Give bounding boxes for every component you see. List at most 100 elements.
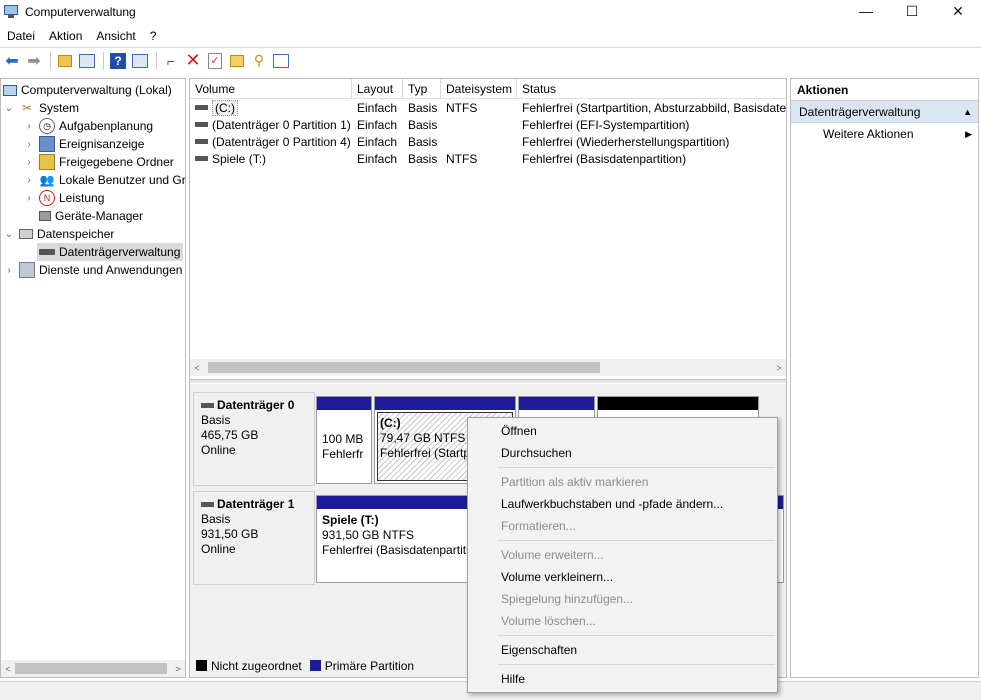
menu-item-shrink-volume[interactable]: Volume verkleinern...: [468, 566, 777, 588]
chevron-right-icon[interactable]: ›: [23, 193, 35, 204]
chevron-down-icon[interactable]: ⌄: [3, 229, 15, 240]
scrollbar-thumb[interactable]: [208, 362, 600, 373]
partition-bar: [519, 397, 594, 410]
maximize-button[interactable]: ☐: [889, 0, 935, 22]
column-header-typ[interactable]: Typ: [403, 79, 441, 99]
volume-icon: [195, 105, 208, 110]
table-row[interactable]: Spiele (T:) Einfach Basis NTFS Fehlerfre…: [190, 150, 786, 167]
table-row[interactable]: (Datenträger 0 Partition 4) Einfach Basi…: [190, 133, 786, 150]
tree-item-root[interactable]: Computerverwaltung (Lokal): [3, 81, 172, 99]
table-row[interactable]: (C:) Einfach Basis NTFS Fehlerfrei (Star…: [190, 99, 786, 116]
tree-item-dienste[interactable]: › Dienste und Anwendungen: [3, 261, 182, 279]
volume-name: (Datenträger 0 Partition 4): [212, 134, 351, 149]
menu-item-help[interactable]: Hilfe: [468, 668, 777, 690]
partition-status: Fehlerfr: [322, 447, 364, 461]
show-hide-action-pane-icon[interactable]: [130, 51, 150, 71]
tree-item-lokale-benutzer[interactable]: › 👥 Lokale Benutzer und Gr: [23, 171, 185, 189]
show-hide-tree-icon[interactable]: [77, 51, 97, 71]
menu-help[interactable]: ?: [143, 29, 164, 43]
chevron-right-icon[interactable]: ›: [3, 265, 15, 276]
volume-icon: [195, 122, 208, 127]
chevron-right-icon[interactable]: ›: [23, 157, 35, 168]
more-actions-item[interactable]: Weitere Aktionen ▶: [791, 123, 978, 145]
legend-swatch-unallocated: [196, 660, 207, 671]
more-actions-label: Weitere Aktionen: [823, 127, 914, 141]
partition-efi[interactable]: 100 MB Fehlerfr: [316, 396, 372, 484]
column-header-dateisystem[interactable]: Dateisystem: [441, 79, 517, 99]
collapse-up-icon[interactable]: ▲: [963, 107, 972, 117]
search-icon[interactable]: ⚲: [249, 51, 269, 71]
forward-icon[interactable]: ➡: [24, 51, 44, 71]
tree-item-datenspeicher[interactable]: ⌄ Datenspeicher: [3, 225, 115, 243]
tree-item-label: Datenträgerverwaltung: [59, 245, 181, 259]
scrollbar-thumb[interactable]: [15, 663, 167, 674]
tree-item-ereignisanzeige[interactable]: › Ereignisanzeige: [23, 135, 144, 153]
back-icon[interactable]: ⬅: [2, 51, 22, 71]
menu-separator: [498, 664, 775, 665]
menu-item-mark-active: Partition als aktiv markieren: [501, 475, 649, 489]
computer-icon: [3, 84, 17, 96]
scroll-left-icon[interactable]: <: [1, 664, 15, 674]
legend-label-unallocated: Nicht zugeordnet: [211, 658, 302, 673]
toolbar: ⬅ ➡ ? ⌐ ✕ ✓ ⚲: [0, 47, 981, 73]
column-header-layout[interactable]: Layout: [352, 79, 403, 99]
menu-item-browse[interactable]: Durchsuchen: [468, 442, 777, 464]
menu-item-change-drive-letter[interactable]: Laufwerkbuchstaben und -pfade ändern...: [468, 493, 777, 515]
tools-icon: ✂: [21, 101, 33, 115]
check-icon[interactable]: ✓: [205, 51, 225, 71]
chevron-down-icon[interactable]: ⌄: [3, 103, 15, 114]
menu-ansicht[interactable]: Ansicht: [89, 29, 142, 43]
scroll-right-icon[interactable]: >: [171, 664, 185, 674]
chevron-right-icon[interactable]: ›: [23, 139, 35, 150]
delete-icon[interactable]: ✕: [183, 50, 203, 71]
close-button[interactable]: ✕: [935, 0, 981, 22]
actions-section-label: Datenträgerverwaltung: [799, 104, 921, 119]
tree-item-geraete-manager[interactable]: Geräte-Manager: [39, 207, 143, 225]
volume-filesystem: [441, 133, 517, 150]
tree-item-freigegebene-ordner[interactable]: › Freigegebene Ordner: [23, 153, 174, 171]
tree-item-system[interactable]: ⌄ ✂ System: [3, 99, 79, 117]
up-folder-icon[interactable]: [55, 51, 75, 71]
chevron-right-icon[interactable]: ›: [23, 121, 35, 132]
menu-bar: Datei Aktion Ansicht ?: [0, 26, 163, 46]
tree-item-label: Dienste und Anwendungen: [39, 263, 183, 277]
volume-icon: [195, 156, 208, 161]
volume-list-horizontal-scrollbar[interactable]: < >: [190, 359, 786, 376]
pane-splitter[interactable]: [190, 379, 786, 383]
scroll-left-icon[interactable]: <: [190, 363, 204, 373]
menu-aktion[interactable]: Aktion: [42, 29, 89, 43]
volume-list-header: Volume Layout Typ Dateisystem Status: [190, 79, 786, 99]
tree-item-aufgabenplanung[interactable]: › ◷ Aufgabenplanung: [23, 117, 153, 135]
disk-size: 465,75 GB: [201, 428, 259, 442]
disk-1-label[interactable]: Datenträger 1 Basis 931,50 GB Online: [193, 491, 315, 585]
table-row[interactable]: (Datenträger 0 Partition 1) Einfach Basi…: [190, 116, 786, 133]
help-icon[interactable]: ?: [108, 51, 128, 71]
connect-drive-icon[interactable]: ⌐: [161, 51, 181, 71]
menu-datei[interactable]: Datei: [0, 29, 42, 43]
volume-type: Basis: [408, 134, 438, 149]
disk-icon: [201, 403, 214, 408]
tree-item-leistung[interactable]: › N Leistung: [23, 189, 104, 207]
volume-layout: Einfach: [357, 151, 398, 166]
context-menu: Öffnen Durchsuchen Partition als aktiv m…: [467, 417, 778, 693]
actions-section-datentraegerverwaltung[interactable]: Datenträgerverwaltung ▲: [791, 101, 978, 123]
minimize-button[interactable]: —: [843, 0, 889, 22]
column-header-status[interactable]: Status: [517, 79, 786, 99]
disk-type: Basis: [201, 413, 231, 427]
actions-pane: Aktionen Datenträgerverwaltung ▲ Weitere…: [790, 78, 979, 678]
tree-item-datentraegerverwaltung[interactable]: Datenträgerverwaltung: [37, 243, 183, 261]
tree-horizontal-scrollbar[interactable]: < >: [1, 660, 185, 677]
volume-filesystem: NTFS: [446, 151, 478, 166]
chevron-right-icon[interactable]: ›: [23, 175, 35, 186]
disk-0-label[interactable]: Datenträger 0 Basis 465,75 GB Online: [193, 392, 315, 486]
column-header-volume[interactable]: Volume: [190, 79, 352, 99]
properties-icon[interactable]: [271, 51, 291, 71]
scroll-right-icon[interactable]: >: [772, 363, 786, 373]
menu-separator: [498, 635, 775, 636]
volume-name: (Datenträger 0 Partition 1): [212, 117, 351, 132]
menu-item-properties[interactable]: Eigenschaften: [468, 639, 777, 661]
menu-item-open[interactable]: Öffnen: [468, 420, 777, 442]
shared-folder-icon: [39, 154, 55, 170]
volume-type: Basis: [408, 100, 438, 115]
export-icon[interactable]: [227, 51, 247, 71]
